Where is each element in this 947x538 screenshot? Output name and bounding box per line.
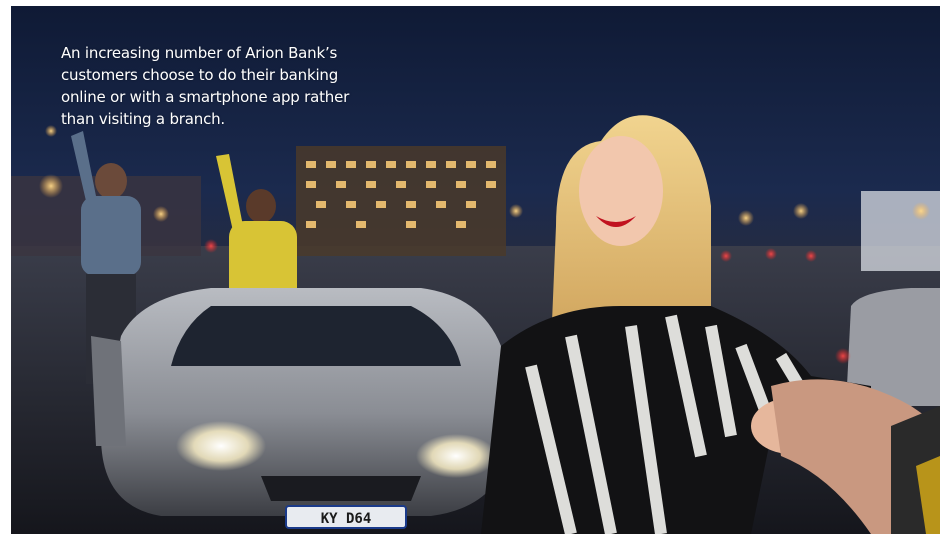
license-plate-text: KY D64 [321, 511, 372, 527]
hero-photo: KY D64 An increasing number of Arion Ban… [11, 6, 940, 534]
photo-caption: An increasing number of Arion Bank’s cus… [61, 44, 350, 128]
